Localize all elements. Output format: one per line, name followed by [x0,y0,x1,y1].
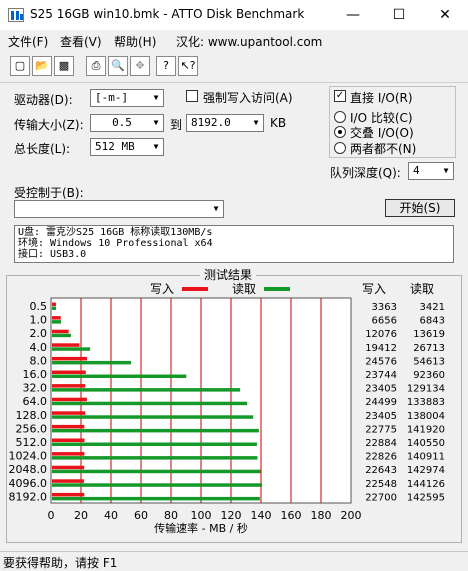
move-icon[interactable]: ✥ [130,56,150,76]
direct-io-checkbox[interactable]: ✓ [334,90,346,102]
menu-view[interactable]: 查看(V) [60,33,102,50]
print-preview-icon[interactable]: 🔍 [108,56,128,76]
total-length-value: 512 MB [95,140,135,153]
total-length-label: 总长度(L): [14,142,71,156]
to-label: 到 [170,118,183,132]
overlapped-io-radio[interactable] [334,126,346,138]
print-icon[interactable]: ⎙ [86,56,106,76]
results-frame [6,275,462,543]
queue-depth-select[interactable]: 4 ▼ [408,162,454,180]
kb-label: KB [270,116,287,130]
drive-value: [-m-] [95,91,129,104]
force-write-label: 强制写入访问(A) [203,91,293,105]
context-help-icon[interactable]: ↖? [178,56,198,76]
save-icon[interactable]: ▩ [54,56,74,76]
description-line: 接口: USB3.0 [18,249,87,260]
chevron-down-icon: ▼ [153,93,159,102]
chevron-down-icon: ▼ [213,204,219,213]
force-write-checkbox[interactable] [186,90,198,102]
neither-label: 两者都不(N) [350,142,417,156]
description-box[interactable]: U盘: 雷克沙S25 16GB 标称读取130MB/s 环境: Windows … [14,225,454,263]
new-icon[interactable]: ▢ [10,56,30,76]
menu-file[interactable]: 文件(F) [8,33,48,50]
app-icon [8,8,24,22]
chevron-down-icon: ▼ [153,142,159,151]
drive-label: 驱动器(D): [14,93,73,107]
menu-help[interactable]: 帮助(H) [114,33,156,50]
status-bar: 要获得帮助，请按 F1 [0,551,468,571]
total-length-select[interactable]: 512 MB ▼ [90,138,164,156]
controlled-by-label: 受控制于(B): [14,186,84,200]
start-button[interactable]: 开始(S) [385,199,455,217]
window-title: S25 16GB win10.bmk - ATTO Disk Benchmark [30,7,305,21]
io-compare-radio[interactable] [334,111,346,123]
controlled-by-select[interactable]: ▼ [14,200,224,218]
transfer-from-select[interactable]: 0.5 ▼ [90,114,164,132]
status-text: 要获得帮助，请按 F1 [3,556,118,570]
overlapped-io-label: 交叠 I/O(O) [350,126,414,140]
chevron-down-icon: ▼ [443,166,449,175]
transfer-size-label: 传输大小(Z): [14,118,84,132]
description-line: U盘: 雷克沙S25 16GB 标称读取130MB/s [18,227,213,238]
direct-io-label: 直接 I/O(R) [350,91,413,105]
neither-radio[interactable] [334,142,346,154]
queue-depth-label: 队列深度(Q): [330,166,401,180]
help-icon[interactable]: ? [156,56,176,76]
transfer-to-select[interactable]: 8192.0 ▼ [186,114,264,132]
chevron-down-icon: ▼ [253,118,259,127]
queue-depth-value: 4 [413,164,420,177]
transfer-from-value: 0.5 [112,116,132,129]
maximize-button[interactable]: ☐ [376,0,422,30]
open-icon[interactable]: 📂 [32,56,52,76]
close-button[interactable]: ✕ [422,0,468,30]
drive-select[interactable]: [-m-] ▼ [90,89,164,107]
description-line: 环境: Windows 10 Professional x64 [18,238,213,249]
chevron-down-icon: ▼ [153,118,159,127]
menu-localized-by: 汉化: www.upantool.com [176,35,323,49]
minimize-button[interactable]: — [330,0,376,30]
transfer-to-value: 8192.0 [191,116,231,129]
